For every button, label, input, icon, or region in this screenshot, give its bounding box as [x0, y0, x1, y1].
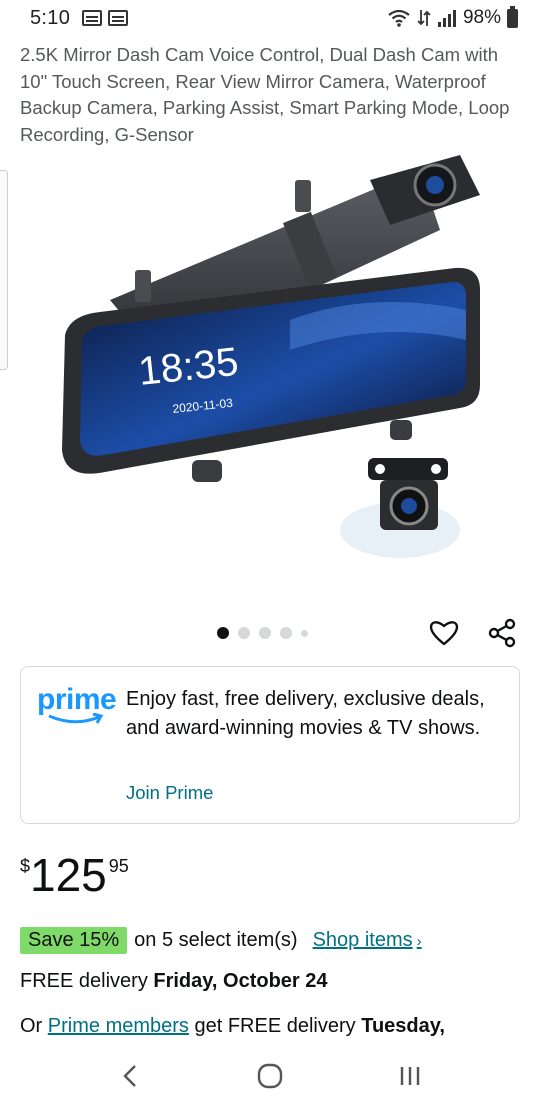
mirror-clip	[135, 270, 151, 302]
rear-camera	[340, 458, 460, 558]
back-chevron-icon	[123, 1065, 136, 1087]
delivery-date: Friday, October 24	[153, 970, 328, 992]
product-image[interactable]: 18:35 2020-11-03	[40, 150, 510, 590]
price-symbol: $	[20, 856, 31, 876]
prime-smile-icon	[48, 713, 104, 724]
prime-description: Enjoy fast, free delivery, exclusive dea…	[126, 688, 485, 739]
home-icon	[257, 1063, 283, 1089]
carousel-dot[interactable]	[217, 627, 229, 639]
prime-members-link[interactable]: Prime members	[48, 1015, 189, 1037]
side-drawer-handle[interactable]	[0, 170, 8, 370]
mirror-clip	[295, 180, 311, 212]
back-button[interactable]	[110, 1056, 150, 1096]
heart-icon[interactable]	[428, 617, 460, 649]
carousel-dot[interactable]	[301, 629, 308, 637]
carousel-dot[interactable]	[238, 627, 250, 639]
promo-text: on 5 select item(s)	[134, 929, 298, 951]
carousel-dot[interactable]	[259, 627, 271, 639]
save-badge: Save 15%	[20, 927, 128, 954]
alt-delivery-middle: get FREE delivery	[188, 1015, 362, 1037]
promo-row: Save 15% on 5 select item(s) Shop items ›	[20, 927, 422, 954]
clipped-store-line	[20, 24, 520, 34]
join-prime-link[interactable]: Join Prime	[126, 782, 213, 804]
mirror-clip	[192, 460, 222, 482]
share-icon[interactable]	[486, 617, 518, 649]
home-button[interactable]	[250, 1056, 290, 1096]
product-title: 2.5K Mirror Dash Cam Voice Control, Dual…	[20, 44, 510, 145]
carousel-dot[interactable]	[280, 627, 292, 639]
delivery-prefix: FREE delivery	[20, 970, 154, 992]
chevron-right-icon: ›	[416, 933, 422, 950]
prime-logo: prime	[37, 683, 117, 731]
alt-delivery-prefix: Or	[20, 1015, 48, 1037]
shop-items-label: Shop items	[312, 929, 413, 951]
product-price: $ 125 95	[20, 848, 129, 902]
shop-items-link[interactable]: Shop items ›	[313, 929, 422, 952]
system-nav-bar	[0, 1042, 540, 1110]
alt-delivery-date: Tuesday,	[361, 1015, 445, 1037]
price-fraction: 95	[108, 856, 129, 876]
recents-icon	[400, 1067, 420, 1085]
lens-glass	[426, 176, 444, 194]
prime-delivery-info-clip: Or Prime members get FREE delivery Tuesd…	[20, 1015, 530, 1041]
price-whole: 125	[30, 849, 107, 901]
recents-button[interactable]	[390, 1056, 430, 1096]
delivery-info: FREE delivery Friday, October 24	[20, 970, 328, 993]
prime-promo-card: prime Enjoy fast, free delivery, exclusi…	[20, 666, 520, 824]
image-carousel-indicator	[217, 627, 308, 639]
prime-delivery-info: Or Prime members get FREE delivery Tuesd…	[20, 1015, 530, 1038]
mirror-clip	[390, 420, 412, 440]
